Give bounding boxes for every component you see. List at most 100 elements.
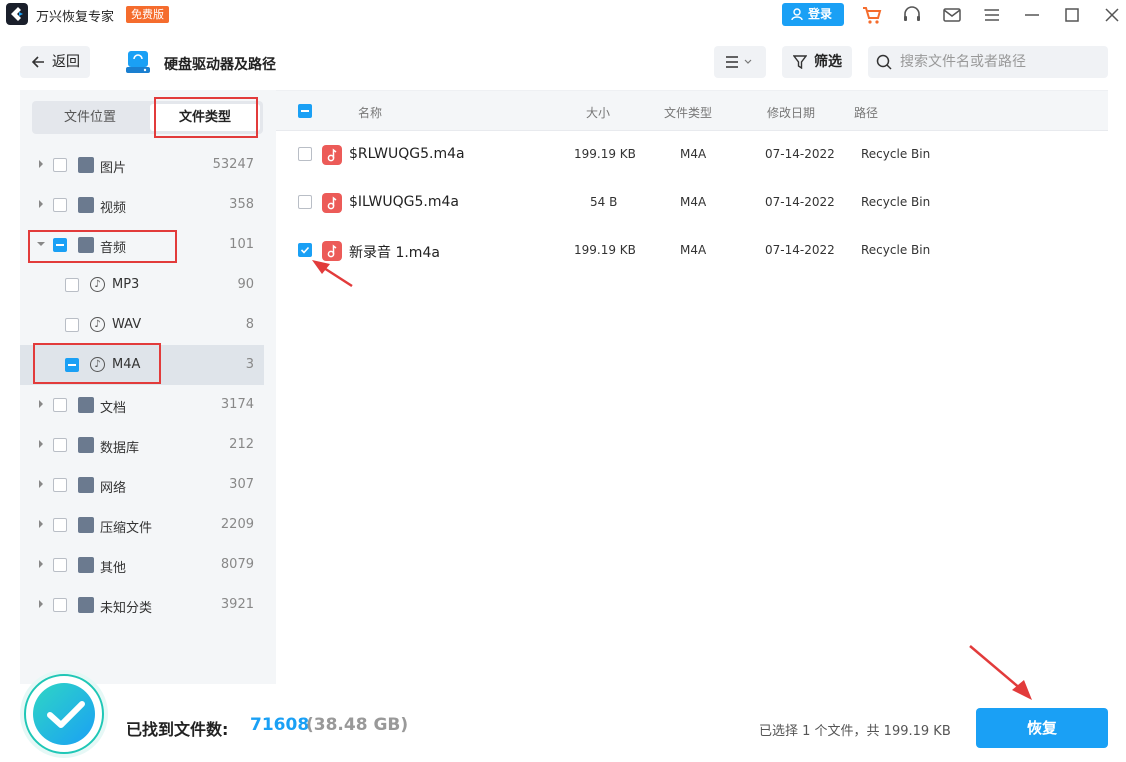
- maximize-icon[interactable]: [1061, 4, 1083, 26]
- audio-file-icon: [322, 193, 342, 213]
- tree-item-other[interactable]: 其他 8079: [20, 545, 264, 585]
- tree-item-label: 网络: [100, 481, 127, 496]
- checkbox[interactable]: [65, 318, 79, 332]
- tree-item-images[interactable]: 图片 53247: [20, 145, 264, 185]
- tree-item-count: 212: [229, 437, 254, 452]
- file-date: 07-14-2022: [765, 195, 835, 209]
- expand-arrow-icon[interactable]: [39, 200, 43, 208]
- table-row[interactable]: $ILWUQG5.m4a 54 B M4A 07-14-2022 Recycle…: [276, 179, 1108, 227]
- annotation-box-audio: [28, 230, 177, 263]
- column-type[interactable]: 文件类型: [664, 104, 712, 121]
- tree-item-label: 未知分类: [100, 601, 153, 616]
- checkbox[interactable]: [53, 518, 67, 532]
- tree-item-count: 358: [229, 197, 254, 212]
- expand-arrow-icon[interactable]: [39, 480, 43, 488]
- expand-arrow-icon[interactable]: [39, 520, 43, 528]
- music-note-icon: ♪: [90, 317, 105, 332]
- column-date[interactable]: 修改日期: [767, 104, 815, 121]
- checkbox[interactable]: [53, 198, 67, 212]
- checkbox[interactable]: [53, 558, 67, 572]
- expand-arrow-icon[interactable]: [39, 600, 43, 608]
- file-type: M4A: [680, 243, 707, 257]
- search-input[interactable]: [868, 46, 1108, 78]
- table-row[interactable]: $RLWUQG5.m4a 199.19 KB M4A 07-14-2022 Re…: [276, 131, 1108, 179]
- checkbox[interactable]: [53, 438, 67, 452]
- tree-item-network[interactable]: 网络 307: [20, 465, 264, 505]
- column-path[interactable]: 路径: [854, 104, 878, 121]
- checkbox[interactable]: [53, 478, 67, 492]
- back-label: 返回: [52, 54, 80, 70]
- tree-item-label: 压缩文件: [100, 521, 153, 536]
- tree-item-label: 文档: [100, 401, 127, 416]
- tree-item-count: 90: [237, 277, 254, 292]
- arrow-left-icon: [31, 56, 44, 68]
- tree-item-videos[interactable]: 视频 358: [20, 185, 264, 225]
- file-size: 199.19 KB: [574, 147, 636, 161]
- network-icon: [78, 477, 94, 493]
- recover-button[interactable]: 恢复: [976, 708, 1108, 748]
- archive-icon: [78, 517, 94, 533]
- row-checkbox[interactable]: [298, 195, 312, 209]
- expand-arrow-icon[interactable]: [39, 440, 43, 448]
- tree-item-mp3[interactable]: ♪ MP3 90: [20, 265, 264, 305]
- checkbox[interactable]: [53, 598, 67, 612]
- checkbox[interactable]: [53, 398, 67, 412]
- user-icon: [791, 8, 803, 21]
- document-icon: [78, 397, 94, 413]
- headset-support-icon[interactable]: [901, 4, 923, 26]
- tree-item-count: 8079: [220, 557, 254, 572]
- mail-icon[interactable]: [941, 4, 963, 26]
- tree-item-documents[interactable]: 文档 3174: [20, 385, 264, 425]
- tree-item-unknown[interactable]: 未知分类 3921: [20, 585, 264, 625]
- cart-icon[interactable]: [861, 4, 883, 26]
- unknown-file-icon: [78, 597, 94, 613]
- tree-item-label: 图片: [100, 161, 127, 176]
- file-date: 07-14-2022: [765, 147, 835, 161]
- app-logo-icon: [6, 3, 28, 25]
- row-checkbox[interactable]: [298, 147, 312, 161]
- file-list-header: 名称 大小 文件类型 修改日期 路径: [276, 91, 1108, 131]
- expand-arrow-icon[interactable]: [39, 400, 43, 408]
- tree-item-database[interactable]: 数据库 212: [20, 425, 264, 465]
- tree-item-label: 视频: [100, 201, 127, 216]
- column-size[interactable]: 大小: [586, 104, 610, 121]
- annotation-arrow-icon: [312, 260, 353, 288]
- category-sidebar: 文件位置 文件类型 图片 53247 视频 358 音频 101 ♪ MP3 9…: [20, 90, 276, 684]
- list-view-icon: [726, 56, 752, 68]
- filter-button[interactable]: 筛选: [782, 46, 852, 78]
- table-row[interactable]: 新录音 1.m4a 199.19 KB M4A 07-14-2022 Recyc…: [276, 227, 1108, 275]
- login-button[interactable]: 登录: [782, 3, 844, 26]
- expand-arrow-icon[interactable]: [39, 560, 43, 568]
- row-checkbox-checked[interactable]: [298, 243, 312, 257]
- minimize-icon[interactable]: [1021, 4, 1043, 26]
- file-path: Recycle Bin: [861, 195, 931, 209]
- files-found-size: (38.48 GB): [306, 715, 409, 735]
- expand-arrow-icon[interactable]: [39, 160, 43, 168]
- tree-item-label: 其他: [100, 561, 127, 576]
- files-found-count: 71608: [250, 715, 310, 735]
- tree-item-count: 2209: [220, 517, 254, 532]
- column-name[interactable]: 名称: [358, 104, 382, 121]
- file-type: M4A: [680, 195, 707, 209]
- close-icon[interactable]: [1101, 4, 1123, 26]
- tab-file-location[interactable]: 文件位置: [35, 104, 145, 131]
- checkbox[interactable]: [53, 158, 67, 172]
- music-note-icon: ♪: [90, 277, 105, 292]
- back-button[interactable]: 返回: [20, 46, 90, 78]
- view-mode-button[interactable]: [714, 46, 766, 78]
- free-edition-badge: 免费版: [126, 6, 169, 23]
- tree-item-label: WAV: [112, 317, 142, 332]
- tree-item-count: 53247: [212, 157, 254, 172]
- tree-item-count: 3174: [220, 397, 254, 412]
- tree-item-archives[interactable]: 压缩文件 2209: [20, 505, 264, 545]
- database-icon: [78, 437, 94, 453]
- title-bar: 万兴恢复专家 免费版 登录: [0, 0, 1126, 30]
- file-path: Recycle Bin: [861, 243, 931, 257]
- file-date: 07-14-2022: [765, 243, 835, 257]
- select-all-checkbox[interactable]: [298, 104, 312, 118]
- hard-drive-icon: [126, 51, 150, 73]
- tree-item-wav[interactable]: ♪ WAV 8: [20, 305, 264, 345]
- checkbox[interactable]: [65, 278, 79, 292]
- filter-label: 筛选: [814, 54, 842, 70]
- menu-list-icon[interactable]: [981, 4, 1003, 26]
